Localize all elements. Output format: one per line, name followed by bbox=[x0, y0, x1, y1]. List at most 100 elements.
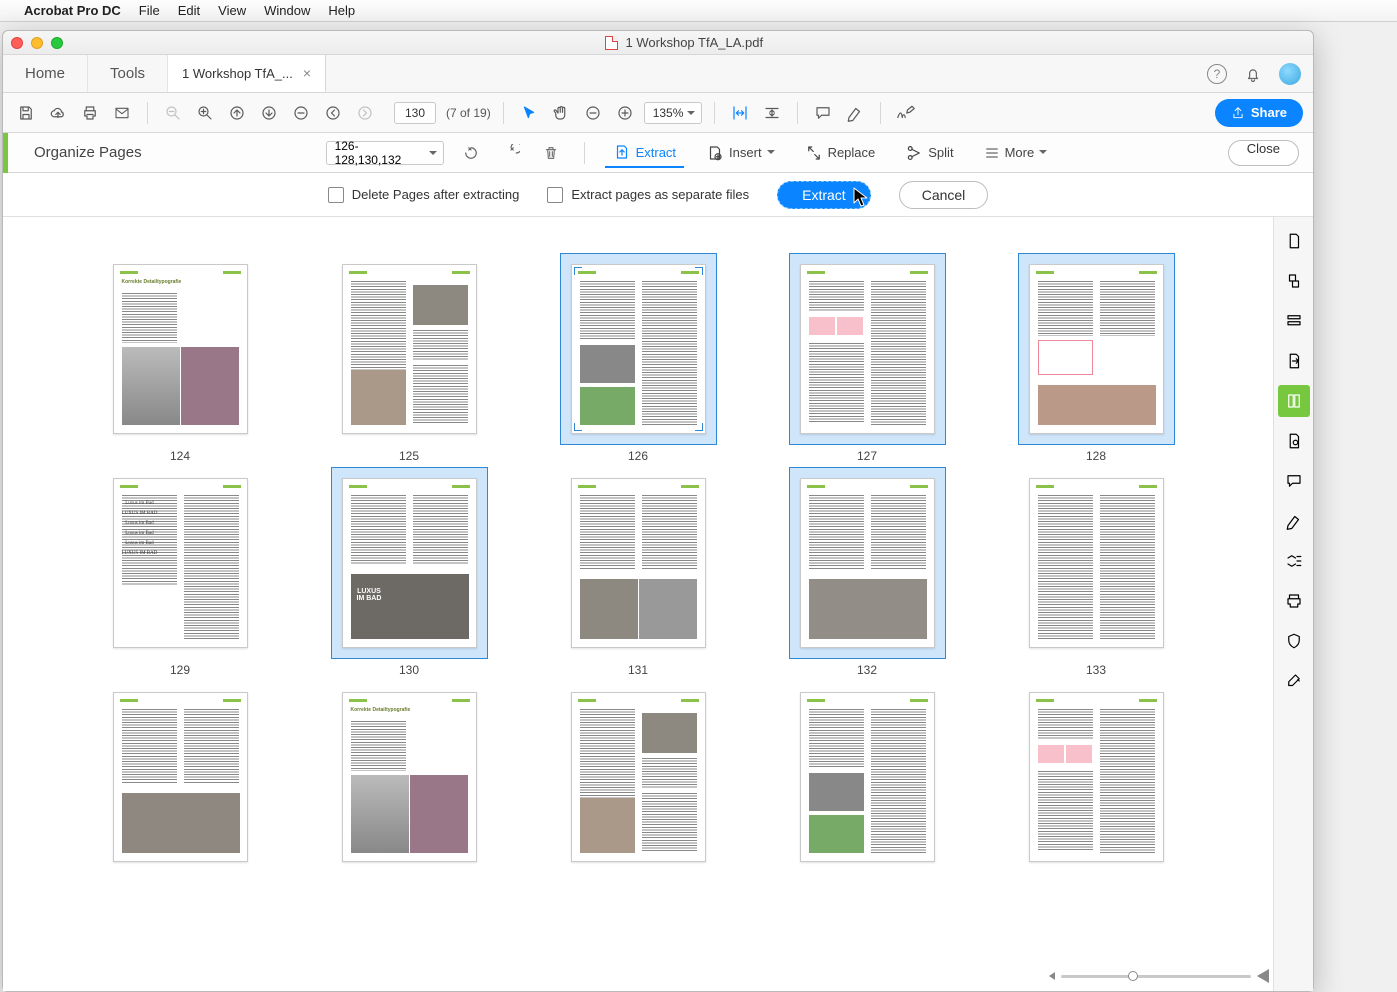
page-number-label: 129 bbox=[68, 663, 293, 677]
page-thumbnail[interactable] bbox=[755, 681, 980, 877]
page-thumbnail[interactable]: 128 bbox=[984, 253, 1209, 463]
page-thumbnail[interactable]: 126 bbox=[526, 253, 751, 463]
menu-edit[interactable]: Edit bbox=[178, 3, 200, 18]
extract-button[interactable]: Extract bbox=[777, 181, 871, 209]
tool-color-indicator bbox=[3, 133, 8, 173]
home-link[interactable]: Home bbox=[3, 55, 88, 92]
page-thumbnail[interactable] bbox=[984, 681, 1209, 877]
notifications-bell-icon[interactable] bbox=[1241, 62, 1265, 86]
email-icon[interactable] bbox=[109, 100, 135, 126]
page-thumbnail[interactable]: 133 bbox=[984, 467, 1209, 677]
account-avatar[interactable] bbox=[1279, 63, 1301, 85]
page-thumbnail[interactable]: Korrekte Detailtypografie bbox=[297, 681, 522, 877]
next-page-icon[interactable] bbox=[352, 100, 378, 126]
zoom-select[interactable]: 135% bbox=[644, 102, 703, 124]
print-icon[interactable] bbox=[77, 100, 103, 126]
zoom-window-button[interactable] bbox=[51, 37, 63, 49]
share-button[interactable]: Share bbox=[1215, 99, 1303, 127]
help-icon[interactable]: ? bbox=[1207, 64, 1227, 84]
page-thumbnail[interactable]: LUXUSIM BAD 130 bbox=[297, 467, 522, 677]
page-thumbnail[interactable]: 132 bbox=[755, 467, 980, 677]
app-window: 1 Workshop TfA_LA.pdf Home Tools 1 Works… bbox=[2, 30, 1314, 992]
rail-organize-icon[interactable] bbox=[1278, 385, 1310, 417]
page-thumbnail[interactable]: 131 bbox=[526, 467, 751, 677]
zoom-out-icon[interactable] bbox=[580, 100, 606, 126]
prev-page-icon[interactable] bbox=[320, 100, 346, 126]
close-tool-button[interactable]: Close bbox=[1228, 140, 1299, 166]
delete-after-checkbox[interactable]: Delete Pages after extracting bbox=[328, 187, 520, 203]
rotate-ccw-icon[interactable] bbox=[458, 140, 484, 166]
tab-close-icon[interactable]: × bbox=[303, 65, 311, 81]
pdf-file-icon bbox=[605, 36, 618, 50]
cancel-button[interactable]: Cancel bbox=[899, 181, 989, 209]
menu-window[interactable]: Window bbox=[264, 3, 310, 18]
extract-options-bar: Delete Pages after extracting Extract pa… bbox=[3, 173, 1313, 217]
rail-create-pdf-icon[interactable] bbox=[1278, 225, 1310, 257]
document-tab[interactable]: 1 Workshop TfA_... × bbox=[168, 55, 326, 92]
thumbnails-area: Korrekte Detailtypografie 124 125 126 12… bbox=[3, 217, 1313, 991]
cloud-icon[interactable] bbox=[45, 100, 71, 126]
select-tool-icon[interactable] bbox=[516, 100, 542, 126]
page-number-label: 124 bbox=[68, 449, 293, 463]
last-page-icon[interactable] bbox=[256, 100, 282, 126]
tools-link[interactable]: Tools bbox=[88, 55, 168, 92]
rotate-cw-icon[interactable] bbox=[498, 140, 524, 166]
page-thumbnail[interactable]: Luxus im BadLUXUS IM BADLuxus im BadLuxu… bbox=[68, 467, 293, 677]
first-page-icon[interactable] bbox=[224, 100, 250, 126]
page-thumbnail[interactable]: 127 bbox=[755, 253, 980, 463]
more-tool[interactable]: More bbox=[976, 138, 1056, 168]
page-total-label: (7 of 19) bbox=[446, 106, 491, 120]
separate-files-checkbox[interactable]: Extract pages as separate files bbox=[547, 187, 749, 203]
hand-tool-icon[interactable] bbox=[548, 100, 574, 126]
rail-print-prod-icon[interactable] bbox=[1278, 585, 1310, 617]
menubar-app[interactable]: Acrobat Pro DC bbox=[24, 3, 121, 18]
page-number-label: 125 bbox=[297, 449, 522, 463]
rail-export-icon[interactable] bbox=[1278, 345, 1310, 377]
menu-view[interactable]: View bbox=[218, 3, 246, 18]
fit-width-icon[interactable] bbox=[727, 100, 753, 126]
window-title-text: 1 Workshop TfA_LA.pdf bbox=[626, 35, 764, 50]
zoom-thumb[interactable] bbox=[1128, 971, 1138, 981]
menu-help[interactable]: Help bbox=[328, 3, 355, 18]
rail-fill-sign-icon[interactable] bbox=[1278, 505, 1310, 537]
comment-icon[interactable] bbox=[810, 100, 836, 126]
save-icon[interactable] bbox=[13, 100, 39, 126]
page-thumbnails-grid[interactable]: Korrekte Detailtypografie 124 125 126 12… bbox=[3, 217, 1273, 991]
minimize-window-button[interactable] bbox=[31, 37, 43, 49]
organize-pages-bar: Organize Pages 126-128,130,132 Extract I… bbox=[3, 133, 1313, 173]
rail-redact-icon[interactable] bbox=[1278, 545, 1310, 577]
thumbnail-zoom-slider[interactable] bbox=[1049, 967, 1269, 985]
zoom-track[interactable] bbox=[1061, 975, 1251, 978]
extract-tool[interactable]: Extract bbox=[605, 138, 684, 168]
page-number-label: 132 bbox=[755, 663, 980, 677]
menu-file[interactable]: File bbox=[139, 3, 160, 18]
fit-page-icon[interactable] bbox=[759, 100, 785, 126]
page-thumbnail[interactable] bbox=[526, 681, 751, 877]
page-range-input[interactable]: 126-128,130,132 bbox=[326, 141, 444, 165]
sign-icon[interactable] bbox=[893, 100, 919, 126]
page-thumbnail[interactable]: Korrekte Detailtypografie 124 bbox=[68, 253, 293, 463]
page-thumbnail[interactable] bbox=[68, 681, 293, 877]
page-thumbnail[interactable]: 125 bbox=[297, 253, 522, 463]
rail-protect-icon[interactable] bbox=[1278, 625, 1310, 657]
replace-tool[interactable]: Replace bbox=[797, 138, 884, 168]
checkbox-icon bbox=[328, 187, 344, 203]
document-tab-label: 1 Workshop TfA_... bbox=[182, 66, 293, 81]
rail-edit-icon[interactable] bbox=[1278, 305, 1310, 337]
zoom-out-magnifier-icon[interactable] bbox=[160, 100, 186, 126]
rail-combine-icon[interactable] bbox=[1278, 265, 1310, 297]
split-tool[interactable]: Split bbox=[897, 138, 961, 168]
delete-icon[interactable] bbox=[538, 140, 564, 166]
zoom-in-icon[interactable] bbox=[612, 100, 638, 126]
page-number-input[interactable] bbox=[394, 102, 436, 124]
rail-comment-icon[interactable] bbox=[1278, 465, 1310, 497]
rail-more-tools-icon[interactable] bbox=[1278, 665, 1310, 697]
zoom-in-magnifier-icon[interactable] bbox=[192, 100, 218, 126]
rail-enhance-icon[interactable] bbox=[1278, 425, 1310, 457]
zoom-small-icon bbox=[1049, 972, 1055, 980]
page-number-icon[interactable] bbox=[288, 100, 314, 126]
insert-tool[interactable]: Insert bbox=[698, 138, 783, 168]
highlight-icon[interactable] bbox=[842, 100, 868, 126]
close-window-button[interactable] bbox=[11, 37, 23, 49]
window-titlebar: 1 Workshop TfA_LA.pdf bbox=[3, 31, 1313, 55]
